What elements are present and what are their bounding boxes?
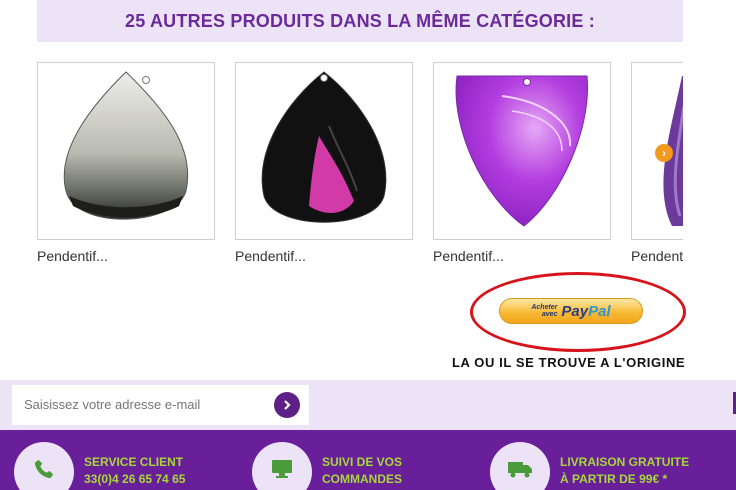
- pendant-purple-agate-image: [455, 75, 589, 227]
- service-title: LIVRAISON GRATUITE: [560, 455, 690, 469]
- footer-services: SERVICE CLIENT 33(0)4 26 65 74 65 SUIVI …: [0, 430, 736, 490]
- product-name[interactable]: Pendentif...: [235, 248, 413, 264]
- product-card[interactable]: Pendentif...: [235, 62, 413, 264]
- product-name[interactable]: Pendentif...: [37, 248, 215, 264]
- paypal-small-text: Acheter avec: [531, 304, 557, 318]
- product-image[interactable]: [433, 62, 611, 240]
- paypal-logo-pay: Pay: [561, 302, 589, 320]
- service-title: SUIVI DE VOS: [322, 455, 403, 469]
- service-icon-circle: [14, 442, 74, 490]
- service-text: SUIVI DE VOS COMMANDES: [322, 454, 462, 488]
- service-subtitle: À PARTIR DE 99€ *: [560, 472, 668, 486]
- product-image[interactable]: [235, 62, 413, 240]
- paypal-logo-pal: Pal: [588, 302, 611, 320]
- carousel-next-arrow-icon[interactable]: ›: [655, 144, 673, 162]
- monitor-icon: [272, 460, 292, 478]
- service-item-customer-service[interactable]: SERVICE CLIENT 33(0)4 26 65 74 65: [14, 430, 234, 490]
- product-card[interactable]: Pendentif...: [631, 62, 683, 264]
- product-name[interactable]: Pendentif...: [433, 248, 611, 264]
- page: 25 AUTRES PRODUITS DANS LA MÊME CATÉGORI…: [0, 0, 736, 490]
- product-card[interactable]: Pendentif...: [433, 62, 611, 264]
- paypal-logo: PayPal: [561, 303, 610, 320]
- category-header: 25 AUTRES PRODUITS DANS LA MÊME CATÉGORI…: [37, 0, 683, 42]
- newsletter-email-input[interactable]: [24, 397, 274, 412]
- product-image[interactable]: [37, 62, 215, 240]
- pendant-black-agate-image: [261, 71, 387, 223]
- newsletter-submit-button[interactable]: [274, 392, 300, 418]
- pendant-quartz-image: [63, 71, 189, 220]
- paypal-area: Acheter avec PayPal: [470, 272, 686, 352]
- service-subtitle: 33(0)4 26 65 74 65: [84, 472, 186, 486]
- service-text: SERVICE CLIENT 33(0)4 26 65 74 65: [84, 454, 224, 488]
- service-title: SERVICE CLIENT: [84, 455, 184, 469]
- service-icon-circle: [252, 442, 312, 490]
- category-header-title: 25 AUTRES PRODUITS DANS LA MÊME CATÉGORI…: [125, 10, 595, 31]
- product-name[interactable]: Pendentif...: [631, 248, 683, 264]
- paypal-small-line-1: Acheter: [531, 304, 558, 311]
- service-text: LIVRAISON GRATUITE À PARTIR DE 99€ *: [560, 454, 700, 488]
- phone-icon: [34, 459, 54, 479]
- product-card[interactable]: Pendentif...: [37, 62, 215, 264]
- service-item-order-tracking[interactable]: SUIVI DE VOS COMMANDES: [252, 430, 472, 490]
- service-icon-circle: [490, 442, 550, 490]
- service-subtitle: COMMANDES: [322, 472, 402, 486]
- truck-icon: [508, 462, 532, 478]
- annotation-text: LA OU IL SE TROUVE A L'ORIGINE: [452, 355, 686, 370]
- service-item-free-delivery[interactable]: LIVRAISON GRATUITE À PARTIR DE 99€ *: [490, 430, 730, 490]
- chevron-right-icon: [284, 400, 291, 410]
- paypal-checkout-button[interactable]: Acheter avec PayPal: [499, 298, 643, 324]
- product-carousel: Pendentif... Pendentif... Pendentif... P…: [37, 62, 683, 272]
- newsletter-form: [12, 385, 309, 425]
- paypal-small-line-2: avec: [541, 311, 558, 318]
